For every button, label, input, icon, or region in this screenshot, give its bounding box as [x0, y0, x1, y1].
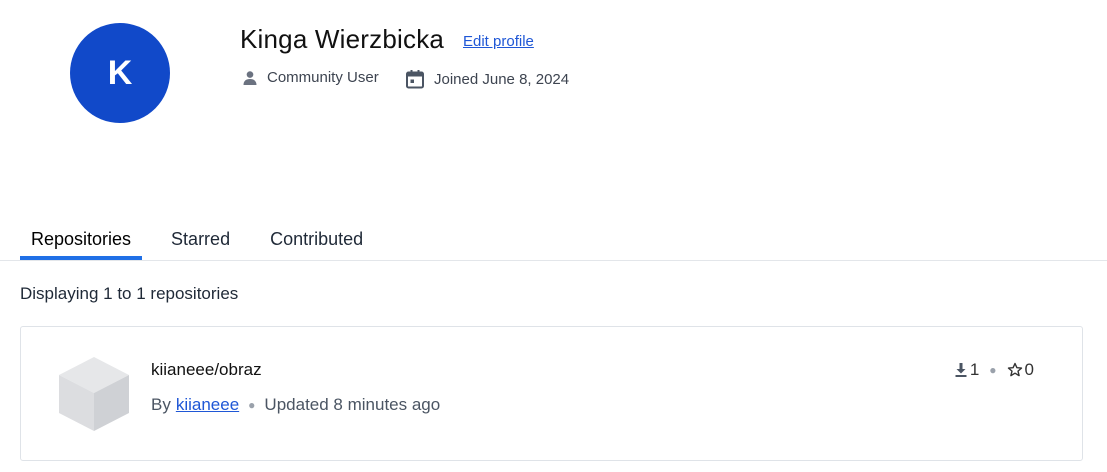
joined-text: Joined June 8, 2024 — [434, 70, 570, 88]
results-count: Displaying 1 to 1 repositories — [20, 284, 239, 303]
edit-profile-link[interactable]: Edit profile — [463, 33, 534, 50]
tab-contributed[interactable]: Contributed — [259, 227, 374, 260]
cube-icon — [57, 355, 131, 438]
stars-count: 0 — [1024, 360, 1034, 379]
repository-stats: 1 ● 0 — [954, 360, 1034, 380]
avatar: K — [70, 23, 170, 123]
separator-dot: ● — [989, 363, 997, 377]
separator-dot: ● — [248, 398, 256, 412]
by-label: By — [151, 395, 171, 414]
role-text: Community User — [267, 69, 379, 86]
repository-meta: By kiianeee ● Updated 8 minutes ago — [151, 395, 440, 415]
person-icon — [242, 70, 258, 86]
updated-text: Updated 8 minutes ago — [264, 395, 441, 414]
tab-repositories[interactable]: Repositories — [20, 227, 143, 260]
download-icon — [954, 362, 970, 378]
owner-link[interactable]: kiianeee — [176, 395, 239, 415]
avatar-initial: K — [107, 53, 133, 92]
star-icon — [1007, 362, 1025, 378]
profile-name: Kinga Wierzbicka — [240, 24, 445, 54]
calendar-icon — [405, 69, 425, 89]
repository-card[interactable]: kiianeee/obraz By kiianeee ● Updated 8 m… — [20, 326, 1083, 461]
downloads-count: 1 — [969, 360, 980, 379]
tabs-divider — [0, 260, 1107, 261]
profile-tabs: Repositories Starred Contributed — [20, 227, 374, 260]
profile-role: Community User — [242, 69, 379, 86]
repository-name[interactable]: kiianeee/obraz — [151, 360, 262, 380]
tab-starred[interactable]: Starred — [160, 227, 241, 260]
profile-joined: Joined June 8, 2024 — [405, 69, 569, 89]
